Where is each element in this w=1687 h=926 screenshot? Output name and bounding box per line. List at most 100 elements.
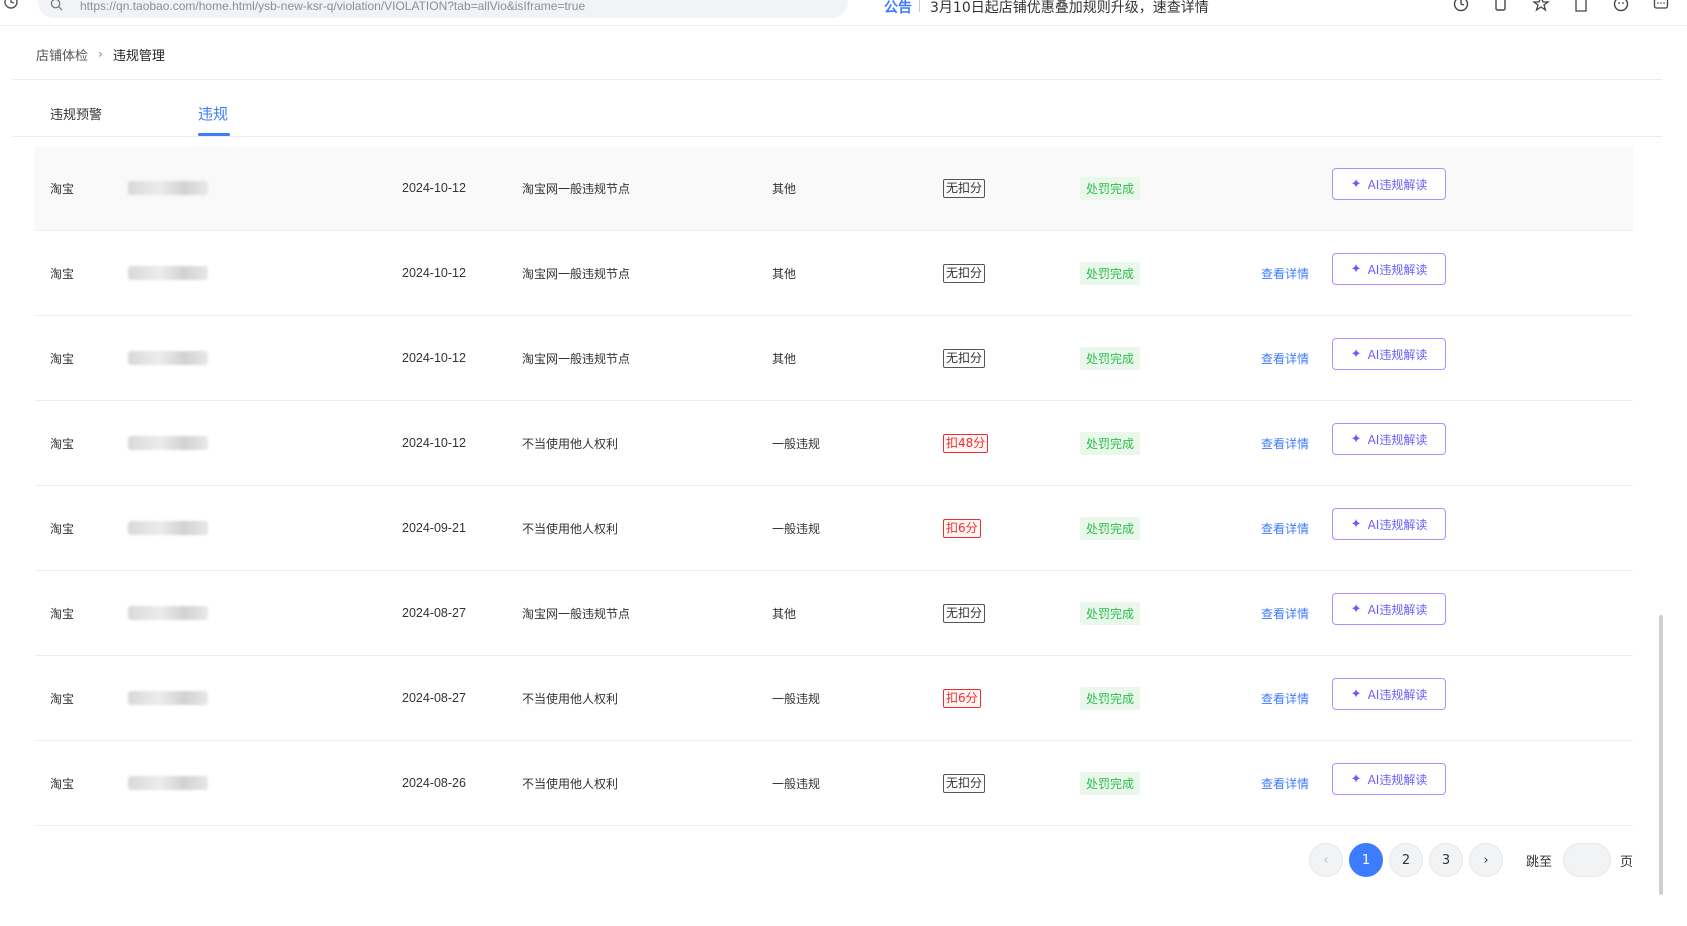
status-badge: 处罚完成 <box>1080 601 1141 625</box>
table-row: 淘宝 2024-10-12 淘宝网一般违规节点 其他 无扣分 处罚完成 查看详情 ✦ AI违规解… <box>35 316 1633 401</box>
table-row: 淘宝 2024-10-12 不当使用他人权利 一般违规 扣48分 处罚完成 查看详情 ✦ AI违… <box>35 401 1633 486</box>
view-detail-link[interactable]: 查看详情 <box>1261 265 1309 282</box>
ai-interpret-button[interactable]: ✦ AI违规解读 <box>1332 423 1446 455</box>
violation-type: 其他 <box>772 181 797 196</box>
platform-text: 淘宝 <box>50 266 75 281</box>
ai-interpret-button[interactable]: ✦ AI违规解读 <box>1332 508 1446 540</box>
view-detail-link[interactable]: 查看详情 <box>1261 350 1309 367</box>
tab-violation[interactable]: 违规 <box>198 103 228 124</box>
status-badge: 处罚完成 <box>1080 346 1141 370</box>
violation-date: 2024-08-27 <box>402 606 466 620</box>
page-1-button[interactable]: 1 <box>1349 843 1383 877</box>
violation-date: 2024-10-12 <box>402 266 466 280</box>
violation-reason: 淘宝网一般违规节点 <box>522 351 631 366</box>
violation-type: 一般违规 <box>772 776 821 791</box>
copy-icon[interactable] <box>1492 0 1510 13</box>
view-detail-link[interactable]: 查看详情 <box>1261 690 1309 707</box>
platform-text: 淘宝 <box>50 776 75 791</box>
violation-reason: 不当使用他人权利 <box>522 691 619 706</box>
platform-text: 淘宝 <box>50 436 75 451</box>
ai-interpret-label: AI违规解读 <box>1367 517 1428 532</box>
status-badge: 处罚完成 <box>1080 516 1141 540</box>
view-detail-link[interactable]: 查看详情 <box>1261 605 1309 622</box>
smile-icon[interactable] <box>1612 0 1630 13</box>
deduction-badge: 无扣分 <box>943 348 986 368</box>
sparkle-icon: ✦ <box>1350 771 1362 787</box>
search-icon <box>50 0 63 11</box>
violation-type: 其他 <box>772 266 797 281</box>
ai-interpret-label: AI违规解读 <box>1367 177 1428 192</box>
ai-interpret-button[interactable]: ✦ AI违规解读 <box>1332 678 1446 710</box>
next-page-button[interactable]: › <box>1469 843 1503 877</box>
ai-interpret-label: AI违规解读 <box>1367 432 1428 447</box>
address-bar[interactable]: https://qn.taobao.com/home.html/ysb-new-… <box>38 0 848 18</box>
ai-interpret-label: AI违规解读 <box>1367 347 1428 362</box>
chat-icon[interactable] <box>1652 0 1670 13</box>
deduction-badge: 扣6分 <box>943 518 981 538</box>
redacted-id <box>128 606 208 620</box>
breadcrumb: 店铺体检 › 违规管理 <box>36 44 165 64</box>
redacted-id <box>128 691 208 705</box>
violation-reason: 不当使用他人权利 <box>522 436 619 451</box>
ai-interpret-label: AI违规解读 <box>1367 602 1428 617</box>
address-url: https://qn.taobao.com/home.html/ysb-new-… <box>80 0 586 13</box>
violation-type: 一般违规 <box>772 436 821 451</box>
violation-reason: 淘宝网一般违规节点 <box>522 266 631 281</box>
page-3-button[interactable]: 3 <box>1429 843 1463 877</box>
sparkle-icon: ✦ <box>1350 516 1362 532</box>
scrollbar-thumb[interactable] <box>1659 615 1663 895</box>
violation-reason: 淘宝网一般违规节点 <box>522 606 631 621</box>
ai-interpret-button[interactable]: ✦ AI违规解读 <box>1332 763 1446 795</box>
ai-interpret-label: AI违规解读 <box>1367 262 1428 277</box>
violation-reason: 不当使用他人权利 <box>522 521 619 536</box>
table-row: 淘宝 2024-10-12 淘宝网一般违规节点 其他 无扣分 处罚完成 查看详情 ✦ AI违规解… <box>35 231 1633 316</box>
platform-text: 淘宝 <box>50 691 75 706</box>
violation-date: 2024-10-12 <box>402 436 466 450</box>
deduction-badge: 无扣分 <box>943 773 986 793</box>
view-detail-link[interactable]: 查看详情 <box>1261 435 1309 452</box>
view-detail-link[interactable]: 查看详情 <box>1261 775 1309 792</box>
platform-text: 淘宝 <box>50 181 75 196</box>
violation-type: 其他 <box>772 351 797 366</box>
deduction-badge: 扣48分 <box>943 433 989 453</box>
document-icon[interactable] <box>1572 0 1590 13</box>
ai-interpret-button[interactable]: ✦ AI违规解读 <box>1332 168 1446 200</box>
sparkle-icon: ✦ <box>1350 261 1362 277</box>
ai-interpret-button[interactable]: ✦ AI违规解读 <box>1332 253 1446 285</box>
ai-interpret-button[interactable]: ✦ AI违规解读 <box>1332 338 1446 370</box>
table-row: 淘宝 2024-09-21 不当使用他人权利 一般违规 扣6分 处罚完成 查看详情 ✦ AI违规… <box>35 486 1633 571</box>
violation-date: 2024-10-12 <box>402 181 466 195</box>
prev-page-button[interactable]: ‹ <box>1309 843 1343 877</box>
redacted-id <box>128 351 208 365</box>
jump-page-input[interactable] <box>1563 843 1611 877</box>
status-badge: 处罚完成 <box>1080 771 1141 795</box>
ai-interpret-button[interactable]: ✦ AI违规解读 <box>1332 593 1446 625</box>
reload-icon[interactable] <box>3 0 19 10</box>
view-detail-link[interactable]: 查看详情 <box>1261 520 1309 537</box>
platform-text: 淘宝 <box>50 521 75 536</box>
sparkle-icon: ✦ <box>1350 431 1362 447</box>
header-divider <box>12 79 1662 80</box>
platform-text: 淘宝 <box>50 606 75 621</box>
star-icon[interactable] <box>1532 0 1550 13</box>
violation-type: 一般违规 <box>772 521 821 536</box>
status-badge: 处罚完成 <box>1080 261 1141 285</box>
violation-reason: 淘宝网一般违规节点 <box>522 181 631 196</box>
deduction-badge: 无扣分 <box>943 263 986 283</box>
status-badge: 处罚完成 <box>1080 431 1141 455</box>
breadcrumb-shop-check[interactable]: 店铺体检 <box>36 45 88 64</box>
violation-date: 2024-10-12 <box>402 351 466 365</box>
sparkle-icon: ✦ <box>1350 176 1362 192</box>
history-icon[interactable] <box>1452 0 1470 13</box>
page-2-button[interactable]: 2 <box>1389 843 1423 877</box>
redacted-id <box>128 436 208 450</box>
platform-text: 淘宝 <box>50 351 75 366</box>
tabs-divider <box>12 136 1662 137</box>
page-suffix-label: 页 <box>1620 855 1634 870</box>
ai-interpret-label: AI违规解读 <box>1367 772 1428 787</box>
notice-text[interactable]: 3月10日起店铺优惠叠加规则升级，速查详情 <box>930 0 1209 17</box>
deduction-badge: 扣6分 <box>943 688 981 708</box>
jump-to-label: 跳至 <box>1526 855 1553 870</box>
violation-type: 一般违规 <box>772 691 821 706</box>
tab-violation-warning[interactable]: 违规预警 <box>50 104 102 123</box>
